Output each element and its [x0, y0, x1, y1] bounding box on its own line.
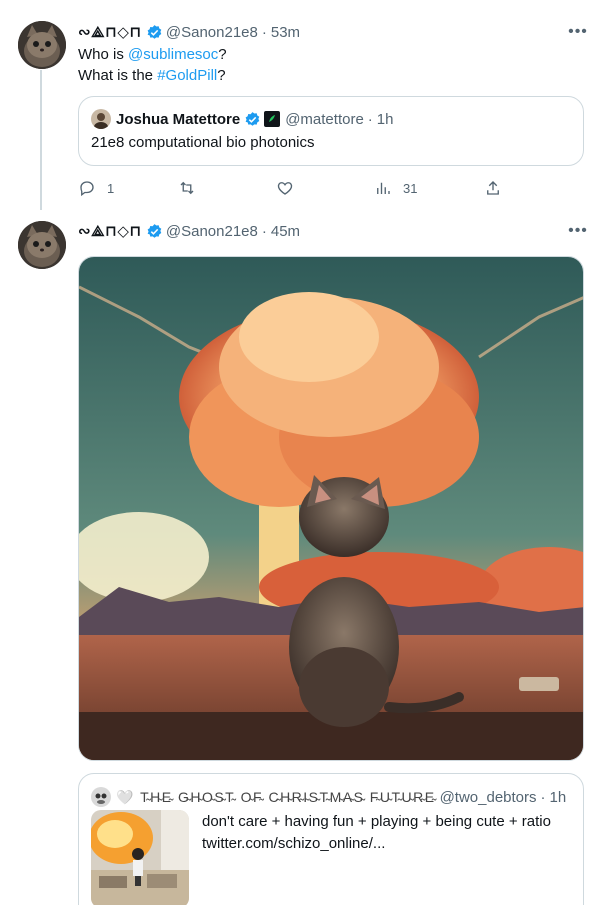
tweet-text: Who is @sublimesoc? What is the #GoldPil…	[78, 44, 227, 86]
tweet-header: ∾⟁⊓◇⊓ @Sanon21e8 · 53m •••	[78, 22, 589, 42]
verified-badge-icon	[147, 24, 162, 39]
quoted-avatar	[91, 787, 111, 807]
affiliate-badge-icon	[264, 111, 281, 127]
text-segment: ?	[217, 67, 226, 84]
retweet-button[interactable]	[178, 177, 207, 199]
quoted-tweet[interactable]: Joshua Matettore @matettore · 1h 21e8 co…	[78, 96, 584, 166]
quoted-handle: @two_debtors	[439, 788, 537, 806]
quoted-display-name: Joshua Matettore	[116, 110, 241, 128]
view-count: 31	[403, 180, 418, 196]
text-segment: What is the	[78, 67, 158, 84]
verified-badge-icon	[147, 223, 162, 238]
avatar[interactable]	[18, 221, 66, 269]
views-button[interactable]: 31	[374, 177, 417, 199]
more-icon[interactable]: •••	[567, 221, 589, 241]
tweet-text-line-2: What is the #GoldPill?	[78, 65, 227, 86]
quoted-handle: @matettore	[285, 110, 364, 128]
quoted-timestamp: 1h	[549, 788, 567, 806]
quoted-tweet-header: Joshua Matettore @matettore · 1h	[91, 109, 393, 129]
tweet-1[interactable]: ∾⟁⊓◇⊓ @Sanon21e8 · 53m ••• Who is @subli…	[0, 0, 603, 215]
quoted-tweet[interactable]: 🤍 T̴H̴E̴ G̴H̴O̴S̴T̴ O̴F̴ C̴H̴R̴I̴S̴T̴M̴A…	[78, 773, 584, 905]
heart-icon	[277, 182, 293, 195]
quoted-url-line[interactable]: twitter.com/schizo_online/...	[202, 833, 551, 855]
views-chart-icon	[377, 182, 390, 194]
user-handle[interactable]: @Sanon21e8	[166, 24, 258, 41]
timestamp[interactable]: 45m	[271, 223, 300, 240]
avatar[interactable]	[18, 21, 66, 69]
share-icon	[487, 181, 499, 195]
retweet-icon	[180, 181, 194, 195]
reply-icon	[80, 181, 94, 197]
cat-avatar-image	[18, 21, 66, 69]
quoted-tweet-header: 🤍 T̴H̴E̴ G̴H̴O̴S̴T̴ O̴F̴ C̴H̴R̴I̴S̴T̴M̴A…	[91, 787, 566, 807]
tweet-image[interactable]	[78, 256, 584, 761]
quoted-media-thumbnail[interactable]	[91, 810, 189, 905]
quoted-tweet-text: 21e8 computational bio photonics	[91, 134, 315, 151]
verified-badge-icon	[245, 111, 260, 126]
quoted-timestamp: 1h	[376, 110, 394, 128]
reply-count: 1	[107, 180, 115, 196]
display-name[interactable]: ∾⟁⊓◇⊓	[78, 222, 142, 240]
timestamp[interactable]: 53m	[271, 24, 300, 41]
hashtag-link[interactable]: #GoldPill	[157, 67, 217, 84]
share-button[interactable]	[484, 177, 502, 199]
separator: ·	[540, 788, 546, 806]
separator: ·	[367, 110, 373, 128]
tweet-actions: 1 31	[78, 177, 518, 199]
text-segment: ?	[218, 46, 227, 63]
cat-avatar-image	[18, 221, 66, 269]
separator: ·	[261, 222, 267, 240]
quoted-tweet-text: don't care + having fun + playing + bein…	[202, 811, 551, 855]
tweet-text-line-1: Who is @sublimesoc?	[78, 44, 227, 65]
quoted-avatar	[91, 109, 111, 129]
reply-button[interactable]: 1	[78, 177, 114, 199]
tweet-header: ∾⟁⊓◇⊓ @Sanon21e8 · 45m •••	[78, 221, 589, 241]
quoted-text-line-1: don't care + having fun + playing + bein…	[202, 813, 551, 830]
like-button[interactable]	[276, 177, 305, 199]
separator: ·	[261, 23, 267, 41]
more-icon[interactable]: •••	[567, 22, 589, 42]
user-handle[interactable]: @Sanon21e8	[166, 223, 258, 240]
kitten-explosion-image	[79, 257, 583, 760]
text-segment: Who is	[78, 46, 129, 63]
quoted-display-name: 🤍 T̴H̴E̴ G̴H̴O̴S̴T̴ O̴F̴ C̴H̴R̴I̴S̴T̴M̴A…	[116, 788, 436, 805]
office-fire-image	[91, 810, 189, 905]
mention-link[interactable]: @sublimesoc	[128, 46, 218, 63]
display-name[interactable]: ∾⟁⊓◇⊓	[78, 23, 142, 41]
